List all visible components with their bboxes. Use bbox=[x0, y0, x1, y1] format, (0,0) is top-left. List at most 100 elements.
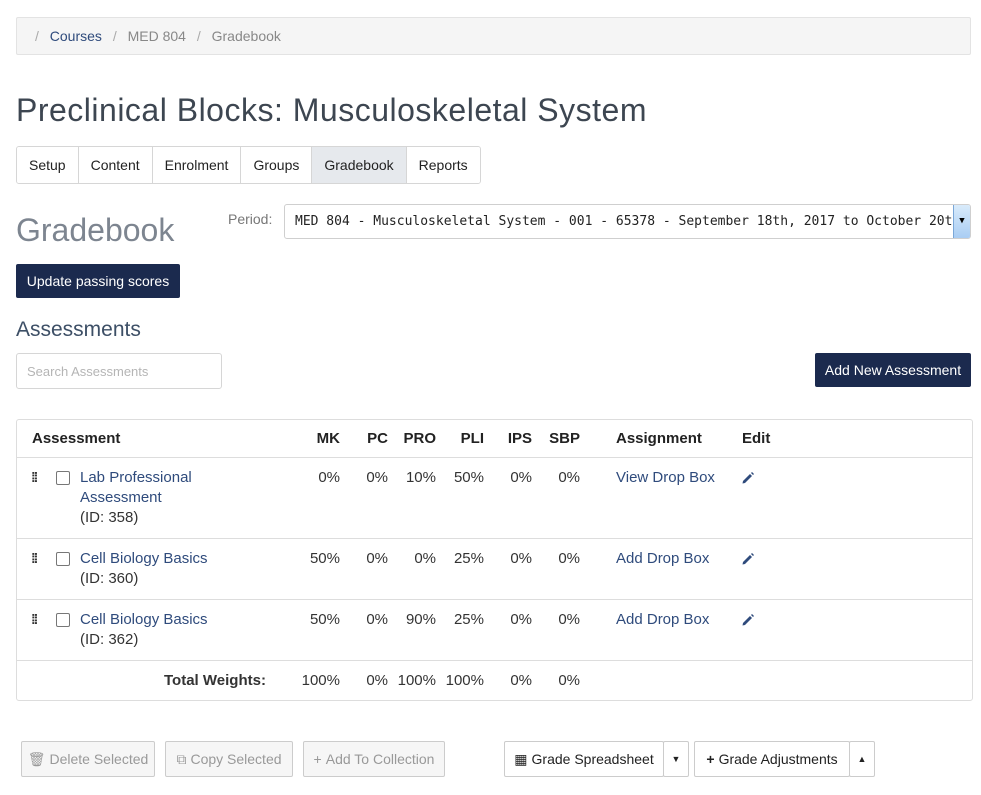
pli-value: 25% bbox=[453, 550, 484, 567]
delete-selected-label: Delete Selected bbox=[49, 751, 149, 767]
add-drop-box-link[interactable]: Add Drop Box bbox=[616, 550, 709, 567]
row-checkbox[interactable] bbox=[56, 613, 70, 627]
pencil-icon[interactable] bbox=[741, 613, 755, 627]
table-row: ⁞⁞ Cell Biology Basics (ID: 362) 50% 0% … bbox=[17, 600, 972, 661]
total-weights-label: Total Weights: bbox=[164, 672, 266, 689]
assessment-link[interactable]: Cell Biology Basics bbox=[80, 611, 208, 628]
drag-handle-icon[interactable]: ⁞⁞ bbox=[31, 550, 38, 566]
drag-handle-icon[interactable]: ⁞⁞ bbox=[31, 469, 38, 485]
pro-value: 10% bbox=[405, 469, 436, 486]
mk-value: 50% bbox=[309, 550, 340, 567]
tab-content[interactable]: Content bbox=[78, 147, 153, 183]
add-to-collection-label: Add To Collection bbox=[325, 751, 435, 767]
sbp-value: 0% bbox=[558, 611, 580, 628]
mk-value: 0% bbox=[318, 469, 340, 486]
pc-value: 0% bbox=[366, 611, 388, 628]
pli-value: 50% bbox=[453, 469, 484, 486]
pc-value: 0% bbox=[366, 550, 388, 567]
assessments-heading: Assessments bbox=[16, 318, 141, 341]
add-drop-box-link[interactable]: Add Drop Box bbox=[616, 611, 709, 628]
grade-adjustments-label: Grade Adjustments bbox=[718, 751, 838, 767]
period-select-value: MED 804 - Musculoskeletal System - 001 -… bbox=[295, 214, 971, 229]
breadcrumb-separator: / bbox=[35, 28, 39, 44]
pencil-icon[interactable] bbox=[741, 552, 755, 566]
course-tabs: Setup Content Enrolment Groups Gradebook… bbox=[16, 146, 481, 184]
trash-icon: 🗑 bbox=[27, 751, 46, 767]
breadcrumb-courses-link[interactable]: Courses bbox=[50, 28, 102, 44]
sbp-value: 0% bbox=[558, 469, 580, 486]
total-sbp: 0% bbox=[558, 672, 580, 689]
pc-value: 0% bbox=[366, 469, 388, 486]
plus-icon: + bbox=[706, 751, 715, 767]
col-header-ips: IPS bbox=[507, 430, 532, 447]
add-to-collection-button[interactable]: + Add To Collection bbox=[303, 741, 445, 777]
assessment-id: (ID: 360) bbox=[80, 570, 139, 587]
update-passing-scores-button[interactable]: Update passing scores bbox=[16, 264, 180, 298]
breadcrumb-course-code: MED 804 bbox=[127, 28, 186, 44]
breadcrumb-separator: / bbox=[112, 28, 117, 44]
total-pli: 100% bbox=[445, 672, 484, 689]
breadcrumb-separator: / bbox=[196, 28, 201, 44]
assessment-id: (ID: 358) bbox=[80, 509, 139, 526]
total-ips: 0% bbox=[510, 672, 532, 689]
copy-selected-label: Copy Selected bbox=[190, 751, 282, 767]
col-header-assessment: Assessment bbox=[32, 430, 121, 447]
tab-gradebook[interactable]: Gradebook bbox=[312, 147, 407, 183]
table-row: ⁞⁞ Lab Professional Assessment (ID: 358)… bbox=[17, 458, 972, 539]
assessment-id: (ID: 362) bbox=[80, 631, 139, 648]
tab-setup[interactable]: Setup bbox=[17, 147, 79, 183]
row-checkbox[interactable] bbox=[56, 471, 70, 485]
pro-value: 90% bbox=[405, 611, 436, 628]
row-checkbox[interactable] bbox=[56, 552, 70, 566]
view-drop-box-link[interactable]: View Drop Box bbox=[616, 469, 715, 486]
plus-icon: + bbox=[313, 751, 322, 767]
col-header-pli: PLI bbox=[460, 430, 484, 447]
col-header-mk: MK bbox=[316, 430, 340, 447]
caret-down-icon[interactable]: ▼ bbox=[953, 205, 970, 238]
pli-value: 25% bbox=[453, 611, 484, 628]
assessment-link[interactable]: Cell Biology Basics bbox=[80, 550, 208, 567]
assessments-table: Assessment MK PC PRO PLI IPS SBP Assignm… bbox=[16, 419, 973, 701]
period-label: Period: bbox=[228, 211, 273, 227]
ips-value: 0% bbox=[510, 611, 532, 628]
gradebook-heading: Gradebook bbox=[16, 212, 175, 248]
table-icon: ▦ bbox=[514, 751, 528, 767]
assessment-link-continued[interactable]: Assessment bbox=[80, 489, 162, 506]
assessment-link[interactable]: Lab Professional bbox=[80, 469, 192, 486]
total-pro: 100% bbox=[397, 672, 436, 689]
col-header-pro: PRO bbox=[403, 430, 436, 447]
copy-selected-button[interactable]: ⧉ Copy Selected bbox=[165, 741, 293, 777]
grade-adjustments-dropdown[interactable]: ▲ bbox=[849, 741, 875, 777]
breadcrumb-current: Gradebook bbox=[211, 28, 281, 44]
total-mk: 100% bbox=[301, 672, 340, 689]
col-header-pc: PC bbox=[367, 430, 388, 447]
caret-down-icon: ▼ bbox=[671, 754, 681, 764]
add-new-assessment-button[interactable]: Add New Assessment bbox=[815, 353, 971, 387]
mk-value: 50% bbox=[309, 611, 340, 628]
caret-up-icon: ▲ bbox=[857, 754, 867, 764]
table-row: ⁞⁞ Cell Biology Basics (ID: 360) 50% 0% … bbox=[17, 539, 972, 600]
pencil-icon[interactable] bbox=[741, 471, 755, 485]
col-header-sbp: SBP bbox=[549, 430, 580, 447]
delete-selected-button[interactable]: 🗑 Delete Selected bbox=[21, 741, 155, 777]
grade-spreadsheet-label: Grade Spreadsheet bbox=[531, 751, 654, 767]
col-header-assignment: Assignment bbox=[616, 430, 702, 447]
sbp-value: 0% bbox=[558, 550, 580, 567]
grade-spreadsheet-button[interactable]: ▦ Grade Spreadsheet bbox=[504, 741, 664, 777]
totals-row: Total Weights: 100% 0% 100% 100% 0% 0% bbox=[17, 661, 972, 700]
grade-adjustments-button[interactable]: + Grade Adjustments bbox=[694, 741, 850, 777]
search-assessments-input[interactable] bbox=[16, 353, 222, 389]
grade-spreadsheet-dropdown[interactable]: ▼ bbox=[663, 741, 689, 777]
pro-value: 0% bbox=[414, 550, 436, 567]
table-header-row: Assessment MK PC PRO PLI IPS SBP Assignm… bbox=[17, 420, 972, 458]
total-pc: 0% bbox=[366, 672, 388, 689]
page-title: Preclinical Blocks: Musculoskeletal Syst… bbox=[16, 92, 647, 128]
tab-enrolment[interactable]: Enrolment bbox=[152, 147, 242, 183]
ips-value: 0% bbox=[510, 469, 532, 486]
drag-handle-icon[interactable]: ⁞⁞ bbox=[31, 611, 38, 627]
tab-groups[interactable]: Groups bbox=[241, 147, 313, 183]
tab-reports[interactable]: Reports bbox=[406, 147, 480, 183]
breadcrumb: / Courses / MED 804 / Gradebook bbox=[16, 17, 971, 55]
period-select[interactable]: MED 804 - Musculoskeletal System - 001 -… bbox=[284, 204, 971, 239]
col-header-edit: Edit bbox=[742, 430, 771, 447]
